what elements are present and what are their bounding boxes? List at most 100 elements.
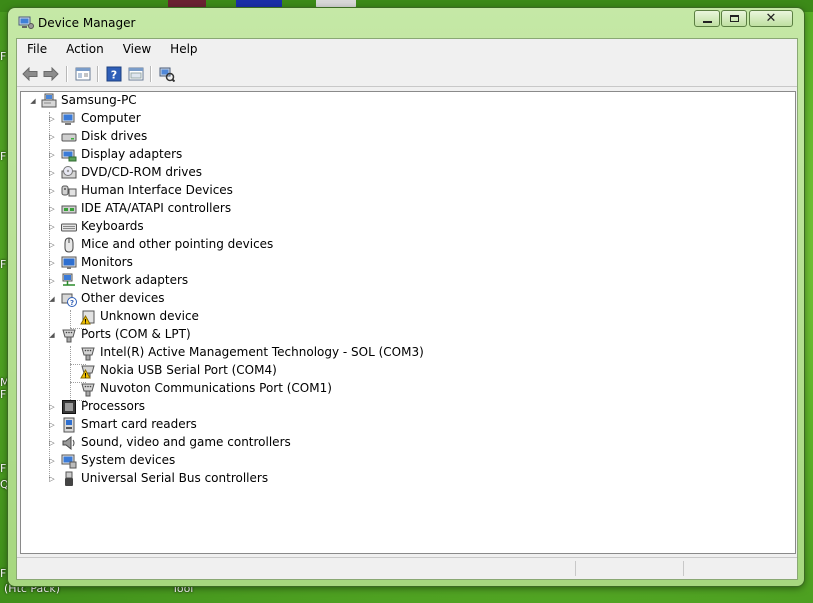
tree-category[interactable]: ▷ Processors (21, 398, 795, 416)
tree-category-label: IDE ATA/ATAPI controllers (81, 201, 232, 215)
tree-category[interactable]: ▷ Monitors (21, 254, 795, 272)
expand-arrow-icon[interactable]: ▷ (48, 438, 56, 448)
keyboard-icon (61, 223, 77, 232)
tree-category[interactable]: ▷ Human Interface Devices (21, 182, 795, 200)
desktop-icon-label[interactable]: F (0, 50, 6, 63)
collapse-arrow-icon[interactable]: ◢ (48, 294, 56, 304)
dvd-drive-icon (61, 166, 77, 179)
hid-icon (61, 185, 77, 197)
tree-category[interactable]: ▷ Mice and other pointing devices (21, 236, 795, 254)
expand-arrow-icon[interactable]: ▷ (48, 114, 56, 124)
menu-file[interactable]: File (17, 39, 56, 59)
tree-category[interactable]: ▷ Computer (21, 110, 795, 128)
maximize-button[interactable] (721, 10, 747, 27)
expand-arrow-icon[interactable]: ▷ (48, 456, 56, 466)
show-hide-console-tree-icon (75, 67, 91, 80)
expand-arrow-icon[interactable]: ▷ (48, 186, 56, 196)
unknown-device-warning-icon: ! (80, 310, 95, 325)
tree-category-label: DVD/CD-ROM drives (81, 165, 203, 179)
properties-button[interactable] (127, 65, 145, 82)
console-tree-button[interactable] (74, 65, 92, 82)
port-icon (81, 347, 95, 361)
expand-arrow-icon[interactable]: ▷ (48, 168, 56, 178)
expand-arrow-icon[interactable]: ▷ (48, 240, 56, 250)
tree-device-label: Nokia USB Serial Port (COM4) (100, 363, 277, 377)
back-button[interactable] (21, 65, 39, 82)
desktop-icon-label[interactable]: F (0, 258, 6, 271)
svg-text:!: ! (84, 372, 87, 379)
expand-arrow-icon[interactable]: ▷ (48, 222, 56, 232)
tree-category[interactable]: ▷ Network adapters (21, 272, 795, 290)
expand-arrow-icon[interactable]: ▷ (48, 276, 56, 286)
properties-icon (128, 67, 144, 80)
tree-category[interactable]: ▷ System devices (21, 452, 795, 470)
tree-category-label: Universal Serial Bus controllers (81, 471, 269, 485)
tree-category-label: Monitors (81, 255, 133, 269)
forward-arrow-icon (43, 66, 59, 81)
collapse-arrow-icon[interactable]: ◢ (48, 330, 56, 340)
network-adapter-icon (62, 273, 75, 286)
svg-text:?: ? (111, 68, 117, 81)
tree-category[interactable]: ▷ Display adapters (21, 146, 795, 164)
tree-category-label: Disk drives (81, 129, 148, 143)
monitor-icon (61, 256, 77, 269)
tree-category[interactable]: ▷ Keyboards (21, 218, 795, 236)
tree-category[interactable]: ▷ IDE ATA/ATAPI controllers (21, 200, 795, 218)
port-icon (62, 329, 76, 343)
desktop-icon-label[interactable]: F (0, 150, 6, 163)
desktop-icon-label[interactable]: F (0, 388, 6, 401)
menu-help[interactable]: Help (160, 39, 206, 59)
tree-root[interactable]: ◢ Samsung-PC (21, 92, 795, 110)
collapse-arrow-icon[interactable]: ◢ (29, 96, 37, 106)
expand-arrow-icon[interactable]: ▷ (48, 204, 56, 214)
tree-category[interactable]: ▷ Sound, video and game controllers (21, 434, 795, 452)
desktop-icon-label[interactable]: F (0, 462, 6, 475)
help-button[interactable]: ? (105, 65, 123, 82)
tree-device[interactable]: ! Nokia USB Serial Port (COM4) (21, 362, 795, 380)
desktop-icon-label[interactable]: F (0, 567, 6, 580)
tree-category-label: Ports (COM & LPT) (81, 327, 191, 341)
client-area: File Action View Help ? ◢ Samsung-PC ▷ C… (16, 38, 798, 580)
expand-arrow-icon[interactable]: ▷ (48, 132, 56, 142)
tree-category[interactable]: ◢? Other devices (21, 290, 795, 308)
system-devices-icon (61, 454, 77, 469)
menu-action[interactable]: Action (56, 39, 113, 59)
toolbar-separator (97, 66, 99, 82)
expand-arrow-icon[interactable]: ▷ (48, 474, 56, 484)
svg-text:?: ? (70, 299, 74, 307)
computer-root-icon (41, 93, 57, 108)
tree-category[interactable]: ▷ Smart card readers (21, 416, 795, 434)
status-pane (683, 561, 684, 576)
minimize-button[interactable] (694, 10, 720, 27)
port-warning-icon: ! (80, 365, 95, 379)
tree-device[interactable]: Intel(R) Active Management Technology - … (21, 344, 795, 362)
tree-category-label: Smart card readers (81, 417, 197, 431)
scan-hardware-button[interactable] (158, 65, 176, 82)
scan-hardware-icon (159, 67, 175, 82)
tree-category-label: Human Interface Devices (81, 183, 233, 197)
forward-button[interactable] (42, 65, 60, 82)
maximize-icon (729, 15, 739, 22)
expand-arrow-icon[interactable]: ▷ (48, 258, 56, 268)
expand-arrow-icon[interactable]: ▷ (48, 420, 56, 430)
expand-arrow-icon[interactable]: ▷ (48, 150, 56, 160)
status-bar (17, 557, 797, 579)
tree-category[interactable]: ▷ DVD/CD-ROM drives (21, 164, 795, 182)
tree-category-label: Other devices (81, 291, 165, 305)
device-manager-app-icon (18, 16, 34, 29)
title-bar[interactable]: Device Manager ✕ (8, 8, 804, 37)
computer-icon (61, 112, 75, 125)
expand-arrow-icon[interactable]: ▷ (48, 402, 56, 412)
tree-category[interactable]: ◢ Ports (COM & LPT) (21, 326, 795, 344)
other-devices-icon: ? (61, 293, 77, 307)
back-arrow-icon (22, 66, 38, 81)
device-tree[interactable]: ◢ Samsung-PC ▷ Computer ▷ Disk drives ▷ Displ… (20, 91, 796, 554)
close-button[interactable]: ✕ (749, 10, 793, 27)
menu-view[interactable]: View (113, 39, 160, 59)
display-adapter-icon (61, 149, 77, 162)
menu-bar: File Action View Help (17, 39, 797, 59)
tree-category[interactable]: ▷ Universal Serial Bus controllers (21, 470, 795, 488)
tree-device[interactable]: ! Unknown device (21, 308, 795, 326)
tree-category[interactable]: ▷ Disk drives (21, 128, 795, 146)
tree-device[interactable]: Nuvoton Communications Port (COM1) (21, 380, 795, 398)
